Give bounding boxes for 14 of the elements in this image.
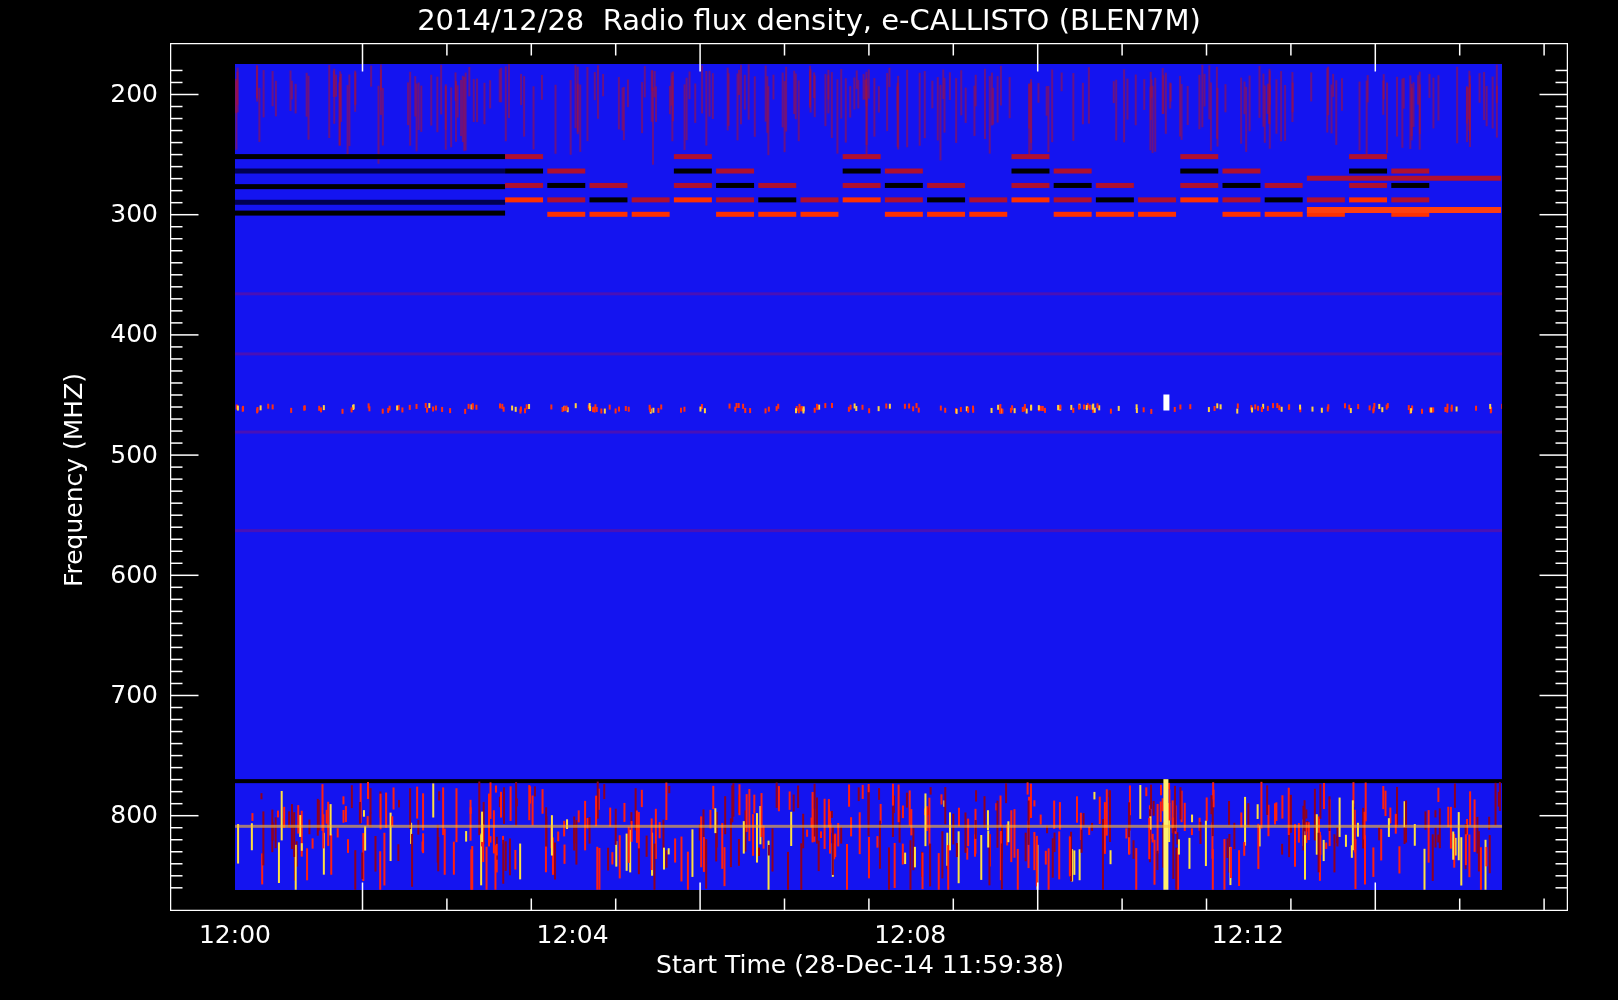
y-tick-label: 400 [109,319,158,350]
y-tick-label: 700 [109,680,158,710]
y-axis-label: Frequency (MHZ) [59,371,89,590]
y-tick-label: 800 [109,800,158,831]
x-tick-label: 12:04 [535,920,610,950]
x-tick-label: 12:08 [873,920,948,950]
y-tick-label: 300 [109,199,158,230]
x-tick-label: 12:12 [1210,920,1285,950]
y-tick-label: 200 [109,79,158,109]
y-tick-label: 500 [109,439,158,470]
x-axis-label: Start Time (28-Dec-14 11:59:38) [655,950,1065,980]
y-tick-label: 600 [109,559,158,590]
x-tick-label: 12:00 [197,920,272,950]
chart-title: 2014/12/28 Radio flux density, e-CALLISTO (BLEN7M) [416,2,1202,39]
